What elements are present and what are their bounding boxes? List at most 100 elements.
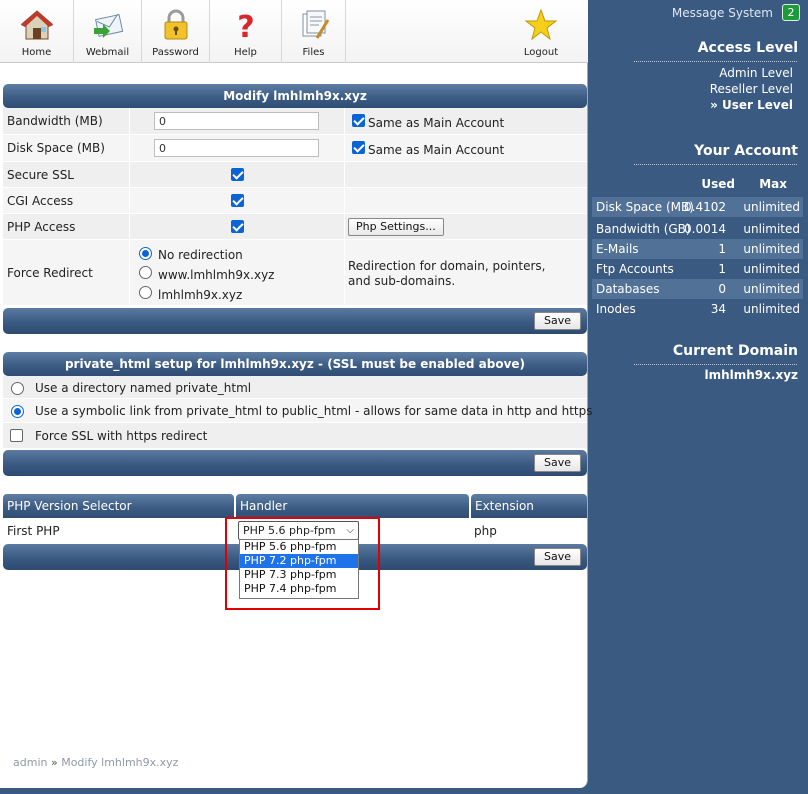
webmail-icon	[93, 13, 123, 38]
main-panel: Home Webmail Password ? Help Files Logou…	[0, 0, 592, 788]
nav-files-label: Files	[302, 47, 325, 58]
cgi-access-checkbox[interactable]	[231, 194, 244, 207]
php-access-checkbox[interactable]	[231, 220, 244, 233]
php-settings-button[interactable]: Php Settings...	[348, 218, 444, 236]
bandwidth-input[interactable]	[154, 112, 319, 130]
www-redirect-radio[interactable]	[139, 266, 152, 279]
star-icon	[524, 8, 558, 41]
private-html-symlink-label: Use a symbolic link from private_html to…	[35, 404, 593, 418]
bandwidth-same-checkbox[interactable]	[352, 114, 365, 127]
extension-header: Extension	[471, 494, 587, 518]
breadcrumb-current: Modify lmhlmh9x.xyz	[61, 756, 179, 769]
disk-same-label: Same as Main Account	[368, 143, 505, 157]
handler-header-label: Handler	[240, 499, 288, 513]
nav-files-button[interactable]: Files	[282, 0, 346, 63]
account-row-max: unlimited	[743, 200, 800, 214]
modify-save-button[interactable]: Save	[533, 312, 581, 330]
current-domain-title: Current Domain	[672, 343, 798, 359]
no-redirection-label: No redirection	[158, 248, 243, 262]
cgi-access-row: CGI Access	[3, 188, 587, 214]
access-level-divider	[634, 61, 797, 62]
message-count-badge[interactable]: 2	[782, 4, 800, 21]
nav-help-button[interactable]: ? Help	[210, 0, 282, 63]
force-redirect-row: Force Redirect No redirection www.lmhlmh…	[3, 240, 587, 306]
modify-title: Modify lmhlmh9x.xyz	[223, 89, 367, 103]
files-icon	[302, 10, 329, 39]
no-redirection-radio[interactable]	[139, 247, 152, 260]
redirect-note-line2: and sub-domains.	[348, 274, 456, 288]
account-row-label: Bandwidth (GB)	[596, 222, 691, 236]
account-row-used: 0.0014	[684, 222, 726, 236]
modify-section-header: Modify lmhlmh9x.xyz	[3, 84, 587, 108]
private-html-save-button[interactable]: Save	[533, 454, 581, 472]
account-row-max: unlimited	[743, 262, 800, 276]
breadcrumb-root-link[interactable]: admin	[13, 756, 47, 769]
private-html-section-header: private_html setup for lmhlmh9x.xyz - (S…	[3, 352, 587, 376]
php-version-header: PHP Version Selector	[3, 494, 234, 518]
bandwidth-label: Bandwidth (MB)	[7, 114, 103, 128]
nav-webmail-label: Webmail	[85, 47, 130, 58]
first-php-label: First PHP	[7, 524, 60, 538]
account-row-inodes: Inodes 34 unlimited	[592, 299, 803, 319]
account-row-bandwidth: Bandwidth (GB) 0.0014 unlimited	[592, 219, 803, 239]
question-mark-icon: ?	[237, 10, 254, 42]
secure-ssl-row: Secure SSL	[3, 162, 587, 188]
php-version-save-button[interactable]: Save	[533, 548, 581, 566]
private-html-title: private_html setup for lmhlmh9x.xyz - (S…	[64, 357, 526, 371]
admin-level-link[interactable]: Admin Level	[719, 66, 793, 80]
max-column-header: Max	[759, 177, 787, 191]
account-row-databases: Databases 0 unlimited	[592, 279, 803, 299]
account-row-used: 0	[718, 282, 726, 296]
reseller-level-link[interactable]: Reseller Level	[710, 82, 793, 96]
account-row-label: Ftp Accounts	[596, 262, 674, 276]
force-ssl-label: Force SSL with https redirect	[35, 429, 208, 443]
right-sidebar: Message System 2 Access Level Admin Leve…	[589, 0, 808, 794]
private-html-dir-label: Use a directory named private_html	[35, 381, 252, 395]
account-row-label: E-Mails	[596, 242, 639, 256]
private-html-dir-radio[interactable]	[11, 382, 24, 395]
bandwidth-row: Bandwidth (MB) Same as Main Account	[3, 108, 587, 135]
account-row-max: unlimited	[743, 282, 800, 296]
account-row-used: 1	[718, 262, 726, 276]
disk-same-checkbox[interactable]	[352, 141, 365, 154]
bare-domain-redirect-radio[interactable]	[139, 286, 152, 299]
nav-help-label: Help	[234, 47, 257, 58]
disk-space-row: Disk Space (MB) Same as Main Account	[3, 135, 587, 162]
user-level-link[interactable]: » User Level	[710, 98, 793, 112]
handler-header: Handler	[236, 494, 469, 518]
account-row-label: Disk Space (MB)	[596, 200, 694, 214]
extension-value: php	[474, 524, 497, 538]
nav-password-button[interactable]: Password	[142, 0, 210, 63]
account-row-max: unlimited	[743, 302, 800, 316]
account-row-used: 0.4102	[684, 200, 726, 214]
current-domain-divider	[634, 364, 797, 365]
nav-home-label: Home	[21, 47, 52, 58]
padlock-icon	[164, 9, 187, 40]
home-icon	[20, 10, 53, 40]
account-row-emails: E-Mails 1 unlimited	[592, 239, 803, 259]
cgi-access-label: CGI Access	[7, 194, 74, 208]
disk-space-input[interactable]	[154, 139, 319, 157]
current-domain-value[interactable]: lmhlmh9x.xyz	[704, 368, 798, 382]
account-row-max: unlimited	[743, 242, 800, 256]
nav-logout-button[interactable]: Logout	[506, 0, 576, 63]
private-html-symlink-radio[interactable]	[11, 405, 24, 418]
breadcrumb: admin » Modify lmhlmh9x.xyz	[13, 756, 178, 769]
your-account-divider	[634, 164, 797, 165]
account-row-ftp: Ftp Accounts 1 unlimited	[592, 259, 803, 279]
secure-ssl-label: Secure SSL	[7, 168, 74, 182]
account-row-disk: Disk Space (MB) 0.4102 unlimited	[592, 197, 803, 217]
php-version-header-label: PHP Version Selector	[7, 499, 132, 513]
account-row-used: 1	[718, 242, 726, 256]
secure-ssl-checkbox[interactable]	[231, 168, 244, 181]
force-redirect-label: Force Redirect	[7, 266, 93, 280]
nav-home-button[interactable]: Home	[0, 0, 74, 63]
bandwidth-same-label: Same as Main Account	[368, 116, 505, 130]
force-ssl-row: Force SSL with https redirect	[3, 423, 587, 449]
force-ssl-checkbox[interactable]	[10, 429, 23, 442]
your-account-title: Your Account	[694, 143, 798, 159]
message-system-link[interactable]: Message System	[672, 6, 773, 20]
nav-password-label: Password	[152, 47, 199, 58]
nav-webmail-button[interactable]: Webmail	[74, 0, 142, 63]
bare-domain-redirect-label: lmhlmh9x.xyz	[158, 288, 243, 302]
